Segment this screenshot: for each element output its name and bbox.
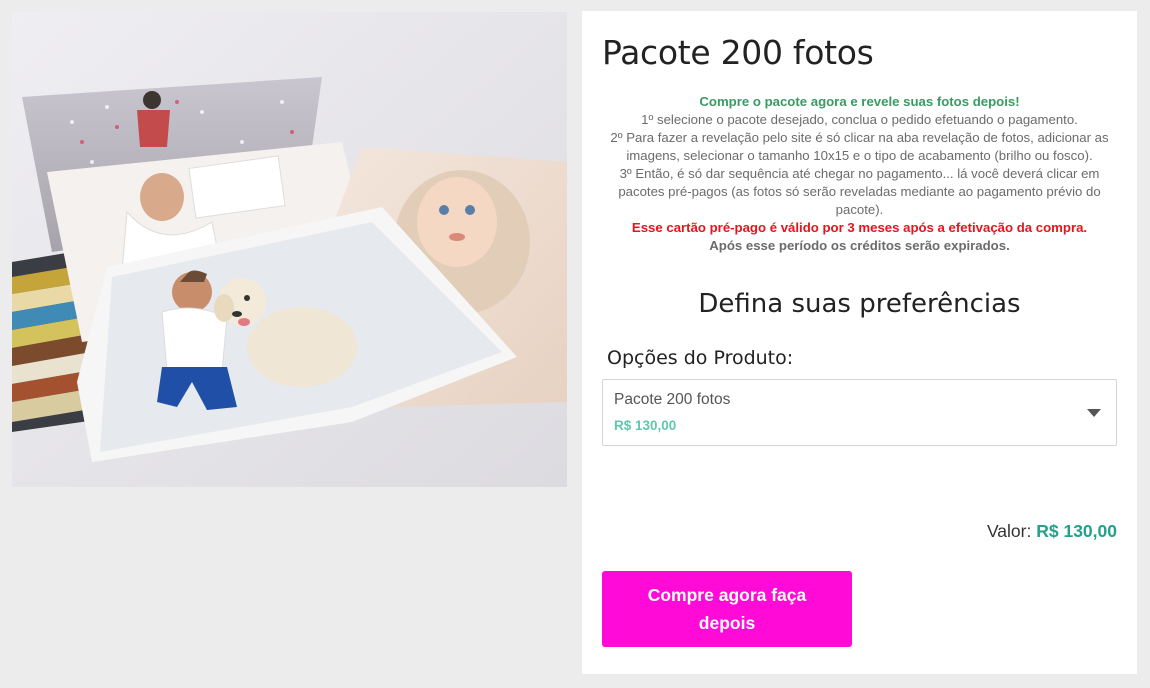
description-step-1: 1º selecione o pacote desejado, conclua … xyxy=(641,112,1078,127)
product-info-card: Pacote 200 fotos Compre o pacote agora e… xyxy=(582,11,1137,674)
description-warning: Esse cartão pré-pago é válido por 3 mese… xyxy=(631,220,1088,235)
product-options-label: Opções do Produto: xyxy=(607,347,794,369)
description-step-3: 3º Então, é só dar sequência até chegar … xyxy=(618,166,1101,217)
preferences-title: Defina suas preferências xyxy=(698,289,1021,319)
product-image xyxy=(12,12,567,487)
price-label: Valor: xyxy=(986,521,1032,541)
description-expiry: Após esse período os créditos serão expi… xyxy=(709,238,1010,253)
product-title: Pacote 200 fotos xyxy=(602,33,874,72)
price-display: Valor: R$ 130,00 xyxy=(987,521,1117,542)
price-amount: R$ 130,00 xyxy=(1036,521,1117,541)
product-option-select[interactable]: Pacote 200 fotos R$ 130,00 xyxy=(602,379,1117,446)
photo-stack-illustration xyxy=(12,12,567,487)
product-description: Compre o pacote agora e revele suas foto… xyxy=(602,93,1117,255)
description-step-2: 2º Para fazer a revelação pelo site é só… xyxy=(610,130,1109,163)
selected-option-price: R$ 130,00 xyxy=(614,418,677,433)
buy-now-button[interactable]: Compre agora faça depois xyxy=(602,571,852,647)
chevron-down-icon[interactable] xyxy=(1087,409,1101,417)
selected-option-name: Pacote 200 fotos xyxy=(614,391,731,408)
description-headline: Compre o pacote agora e revele suas foto… xyxy=(699,94,1020,109)
